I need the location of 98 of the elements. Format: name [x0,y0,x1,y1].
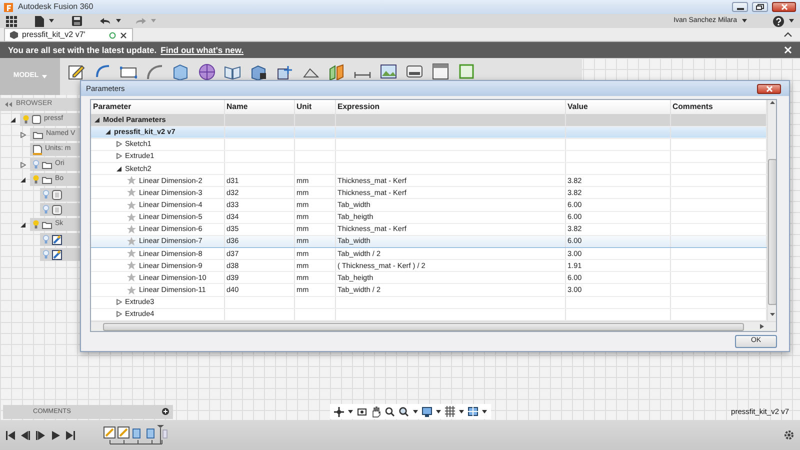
expanded-arrow-icon[interactable] [20,176,26,182]
restore-icon [756,4,764,10]
banner-text: You are all set with the latest update. [8,44,157,56]
collapsed-arrow-icon[interactable] [116,141,122,148]
orbit-icon[interactable] [334,406,344,418]
sketch-icon[interactable] [68,63,85,80]
light-bulb-icon[interactable] [23,115,29,124]
component-icon [32,115,41,124]
folder-icon [33,130,43,138]
scroll-down-icon[interactable] [770,312,774,317]
window-icon[interactable] [432,63,449,80]
star-icon [127,188,136,198]
display-settings-icon[interactable] [422,406,432,418]
restore-button[interactable] [752,2,768,12]
caret-icon[interactable] [413,410,418,414]
expanded-arrow-icon[interactable] [116,166,122,172]
image-icon[interactable] [380,63,397,80]
zoom-window-icon[interactable] [399,406,409,418]
expanded-arrow-icon[interactable] [94,116,100,123]
collapsed-arrow-icon[interactable] [20,162,26,168]
save-icon[interactable] [72,16,82,26]
sketch-icon [52,234,62,244]
close-icon [780,4,788,10]
grid-settings-icon[interactable] [445,406,455,418]
apps-button[interactable] [6,16,17,26]
caret-icon[interactable] [436,410,441,414]
collapsed-arrow-icon[interactable] [116,153,122,160]
settings-icon[interactable] [784,430,794,440]
caret-icon[interactable] [49,19,54,23]
light-bulb-icon[interactable] [33,220,39,229]
sync-icon [109,32,116,38]
collapsed-arrow-icon[interactable] [116,311,122,318]
file-icon[interactable] [35,16,44,26]
app-icon [4,2,13,12]
pan-icon[interactable] [371,406,381,418]
viewports-icon[interactable] [468,406,478,418]
collapsed-arrow-icon[interactable] [20,132,26,138]
scroll-right-icon[interactable] [760,324,764,329]
minimize-button[interactable] [732,2,748,12]
collapse-icon[interactable] [5,102,12,107]
caret-icon[interactable] [789,19,794,23]
collapsed-arrow-icon[interactable] [116,299,122,306]
expanded-arrow-icon[interactable] [20,222,26,228]
move-icon[interactable] [276,63,293,80]
window-title: Autodesk Fusion 360 [18,1,94,13]
add-icon[interactable] [162,408,169,415]
play-icon[interactable] [51,430,60,440]
close-icon [766,86,772,92]
star-icon [127,286,136,295]
zoom-icon[interactable] [385,406,395,418]
horizontal-scrollbar[interactable] [91,321,776,331]
caret-icon[interactable] [348,410,353,414]
help-icon[interactable] [773,16,784,26]
folder-icon [42,220,52,228]
cube-icon [10,31,18,39]
star-icon [127,236,136,246]
display-icon[interactable] [406,63,423,80]
grid-icon [6,16,17,26]
timeline-drawing[interactable] [103,424,168,446]
arc-icon[interactable] [94,63,111,80]
scrollbar-thumb[interactable] [103,322,744,330]
expanded-arrow-icon[interactable] [105,129,111,136]
solid-box-icon[interactable] [250,63,267,80]
document-tab[interactable]: pressfit_kit_v2 v7' [4,28,134,41]
star-icon [127,200,136,210]
step-forward-icon[interactable] [36,430,45,440]
light-bulb-icon[interactable] [33,175,39,184]
star-icon [127,212,136,222]
caret-icon[interactable] [742,19,747,23]
caret-icon[interactable] [482,410,487,414]
scroll-up-icon[interactable] [770,100,774,105]
split-icon[interactable] [328,63,345,80]
whats-new-link[interactable]: Find out what's new. [160,44,244,56]
close-icon[interactable] [120,32,128,38]
star-icon [127,224,136,234]
caret-icon[interactable] [116,19,121,23]
step-back-icon[interactable] [21,430,30,440]
expanded-arrow-icon[interactable] [10,116,16,122]
skip-end-icon[interactable] [66,430,75,440]
skip-start-icon[interactable] [6,430,15,440]
scrollbar-thumb[interactable] [768,159,776,305]
document-title: pressfit_kit_v2 v7' [22,29,86,41]
undo-icon[interactable] [100,17,111,25]
chevron-up-icon[interactable] [784,32,792,37]
star-icon [127,176,136,186]
caret-icon[interactable] [459,410,464,414]
sphere-icon[interactable] [198,63,215,80]
units-icon [33,144,42,154]
star-icon [127,261,136,270]
close-button[interactable] [757,84,781,94]
close-button[interactable] [772,2,796,12]
square-icon[interactable] [458,63,475,80]
star-icon [127,273,136,282]
sketch-icon [52,250,62,260]
caret-icon [42,74,47,78]
curve-icon[interactable] [146,63,163,80]
look-at-icon[interactable] [357,406,367,418]
star-icon [127,249,136,258]
